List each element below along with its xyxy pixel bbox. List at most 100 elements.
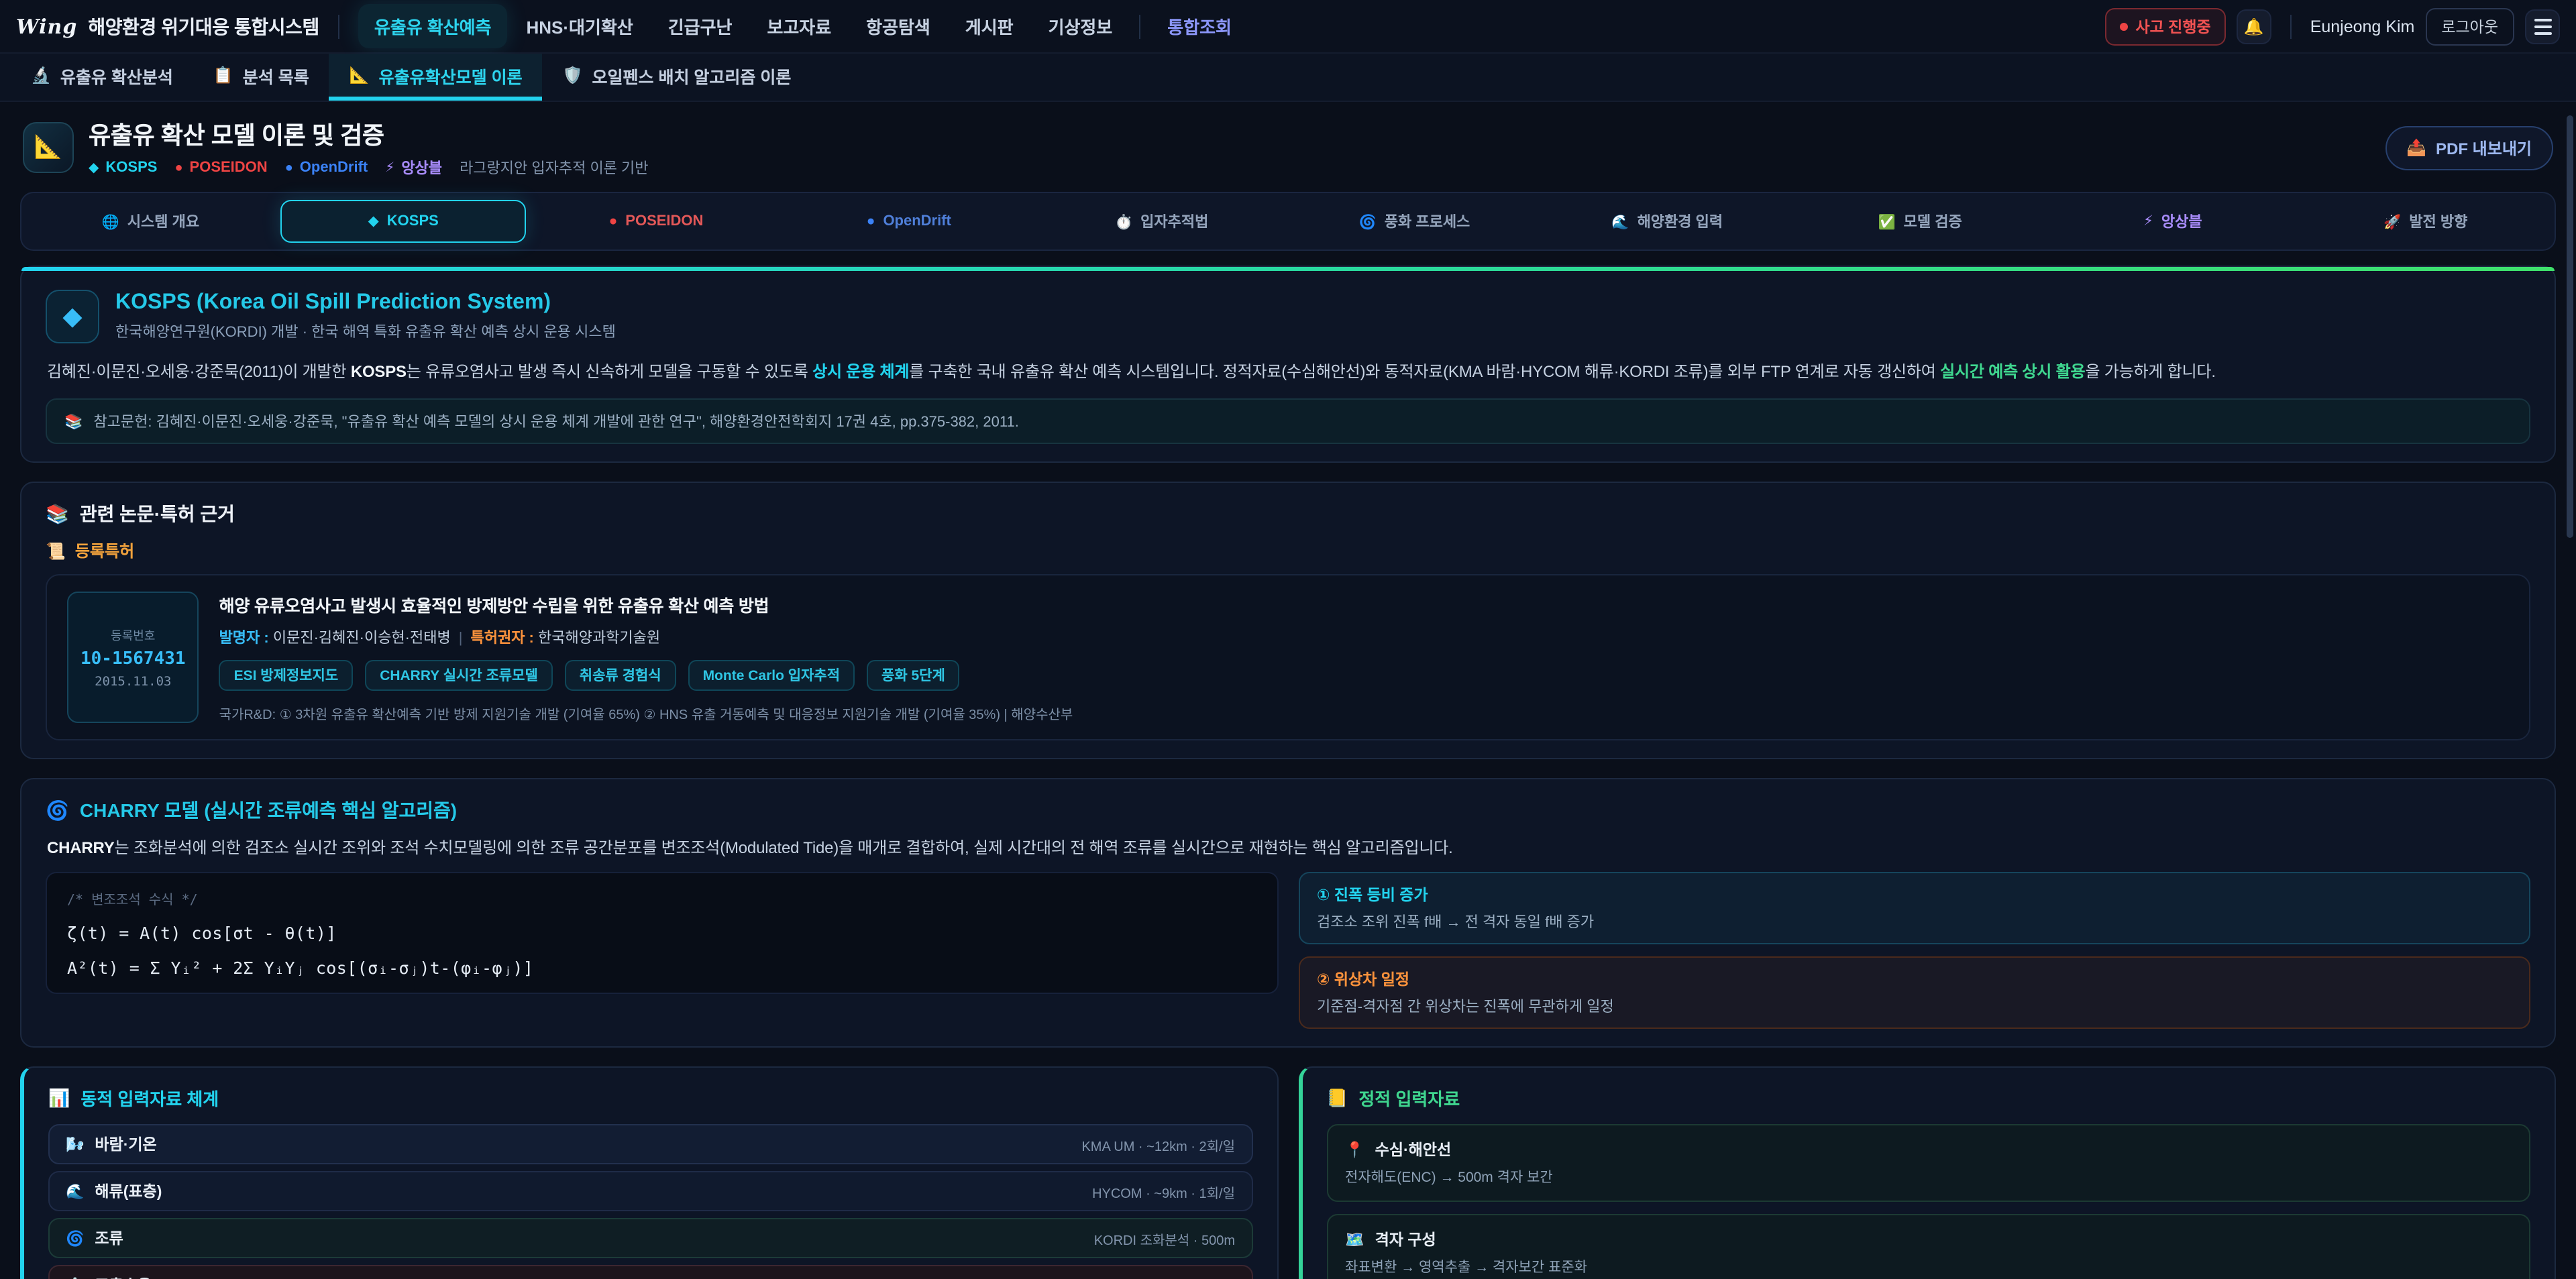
reference-box: 📚 참고문헌: 김혜진·이문진·오세웅·강준묵, "유출유 확산 예측 모델의 … [46, 399, 2530, 445]
model-badges: ◆ KOSPS ● POSEIDON ● OpenDrift ⚡ 앙상블 [89, 157, 649, 178]
registered-patent-badge: 📜 등록특허 [46, 540, 2530, 563]
page-header: 📐 유출유 확산 모델 이론 및 검증 ◆ KOSPS ● POSEIDON ● [23, 117, 2553, 178]
registration-number: 10-1567431 [80, 649, 186, 669]
patent-tag[interactable]: 취송류 경험식 [565, 661, 676, 691]
pdf-export-button[interactable]: 📤 PDF 내보내기 [2385, 125, 2553, 170]
wind-icon: 🌬️ [66, 1136, 84, 1154]
formula-line: ζ(t) = A(t) cos[σt - θ(t)] [67, 924, 1256, 944]
pill-opendrift[interactable]: ● OpenDrift [786, 200, 1031, 243]
patent-tag[interactable]: ESI 방제정보지도 [219, 661, 354, 691]
hamburger-icon [2534, 18, 2551, 34]
charry-note-amplitude: ① 진폭 등비 증가 검조소 조위 진폭 f배 → 전 격자 동일 f배 증가 [1298, 873, 2530, 945]
subtab-analysis-list[interactable]: 📋 분석 목록 [193, 54, 329, 101]
main-menu: 유출유 확산예측 HNS·대기확산 긴급구난 보고자료 항공탐색 게시판 기상정… [358, 4, 1248, 48]
section-tabs: 🌐 시스템 개요 ◆ KOSPS ● POSEIDON ● OpenDrift … [20, 192, 2556, 251]
subtab-label: 분석 목록 [243, 62, 309, 88]
subtab-label: 유출유 확산분석 [60, 62, 173, 88]
hamburger-menu-button[interactable] [2525, 9, 2560, 44]
topnav-right-area: 사고 진행중 🔔 Eunjeong Kim 로그아웃 [2104, 7, 2560, 45]
wave-icon: 🌊 [66, 1183, 84, 1201]
charry-title: 🌀 CHARRY 모델 (실시간 조류예측 핵심 알고리즘) [46, 797, 2530, 824]
stopwatch-icon: ⏱️ [1115, 213, 1132, 230]
nav-item-oil-spill-forecast[interactable]: 유출유 확산예측 [358, 4, 508, 48]
patent-tag[interactable]: 풍화 5단계 [867, 661, 960, 691]
microscope-icon: 🔬 [31, 66, 51, 85]
notifications-button[interactable]: 🔔 [2237, 9, 2271, 44]
nav-item-emergency-rescue[interactable]: 긴급구난 [652, 4, 749, 48]
lightning-icon: ⚡ [385, 160, 394, 175]
nav-item-weather-info[interactable]: 기상정보 [1032, 4, 1129, 48]
nav-divider [2290, 14, 2292, 38]
cyclone-icon: 🌀 [66, 1230, 84, 1247]
national-rnd-note: 국가R&D: ① 3차원 유출유 확산예측 기반 방제 지원기술 개발 (기여율… [219, 704, 1073, 724]
books-icon: 📚 [46, 503, 69, 526]
circle-icon: ● [609, 213, 618, 229]
patent-meta: 발명자 : 이문진·김혜진·이승현·전태병|특허권자 : 한국해양과학기술원 [219, 627, 1073, 649]
dynamic-row-wind[interactable]: 🌬️바람·기온 KMA UM · ~12km · 2회/일 [48, 1125, 1252, 1165]
gradient-top-bar [21, 267, 2555, 271]
pill-validation[interactable]: ✅ 모델 검증 [1798, 200, 2043, 243]
pill-kosps[interactable]: ◆ KOSPS [281, 200, 526, 243]
patent-registration-box: 등록번호 10-1567431 2015.11.03 [67, 592, 199, 724]
nav-item-board[interactable]: 게시판 [949, 4, 1030, 48]
dynamic-input-panel: 📊 동적 입력자료 체계 🌬️바람·기온 KMA UM · ~12km · 2회… [20, 1067, 1278, 1279]
static-input-title: 📒 정적 입력자료 [1326, 1086, 2530, 1111]
registration-number-label: 등록번호 [111, 626, 155, 644]
pin-icon: 📍 [1345, 1141, 1364, 1160]
pill-ocean-input[interactable]: 🌊 해양환경 입력 [1545, 200, 1790, 243]
nav-item-aerial-search[interactable]: 항공탐색 [850, 4, 947, 48]
kosps-subtitle: 한국해양연구원(KORDI) 개발 · 한국 해역 특화 유출유 확산 예측 상… [115, 321, 616, 342]
pill-poseidon[interactable]: ● POSEIDON [534, 200, 779, 243]
kosps-title: KOSPS (Korea Oil Spill Prediction System… [115, 291, 616, 315]
nav-divider [1139, 14, 1140, 38]
export-icon: 📤 [2406, 138, 2426, 157]
badge-opendrift: ● OpenDrift [285, 160, 368, 176]
incident-status-badge[interactable]: 사고 진행중 [2104, 7, 2225, 45]
pill-system-overview[interactable]: 🌐 시스템 개요 [28, 200, 273, 243]
logout-button[interactable]: 로그아웃 [2425, 7, 2514, 45]
subtab-spill-analysis[interactable]: 🔬 유출유 확산분석 [11, 54, 193, 101]
charry-description: CHARRY는 조화분석에 의한 검조소 실시간 조위와 조석 수치모델링에 의… [47, 836, 2529, 859]
shield-icon: 🛡️ [563, 66, 583, 85]
sub-tab-bar: 🔬 유출유 확산분석 📋 분석 목록 📐 유출유확산모델 이론 🛡️ 오일펜스 … [0, 54, 2576, 102]
books-icon: 📚 [64, 413, 83, 431]
page-title: 유출유 확산 모델 이론 및 검증 [89, 117, 649, 152]
nav-divider [338, 14, 339, 38]
static-item-bathymetry[interactable]: 📍수심·해안선 전자해도(ENC) → 500m 격자 보간 [1326, 1125, 2530, 1203]
nav-item-integrated-search[interactable]: 통합조회 [1151, 4, 1248, 48]
nav-item-hns-dispersion[interactable]: HNS·대기확산 [511, 4, 649, 48]
holder-label: 특허권자 : [470, 631, 533, 647]
page-subtitle: 라그랑지안 입자추적 이론 기반 [460, 157, 648, 178]
app-title: 해양환경 위기대응 통합시스템 [88, 13, 319, 40]
check-icon: ✅ [1878, 213, 1895, 230]
subtab-model-theory[interactable]: 📐 유출유확산모델 이론 [329, 54, 543, 101]
patent-tags: ESI 방제정보지도 CHARRY 실시간 조류모델 취송류 경험식 Monte… [219, 661, 1073, 691]
papers-patent-section: 📚 관련 논문·특허 근거 📜 등록특허 등록번호 10-1567431 201… [20, 482, 2556, 760]
patent-card: 등록번호 10-1567431 2015.11.03 해양 유류오염사고 발생시… [46, 575, 2530, 741]
charry-section: 🌀 CHARRY 모델 (실시간 조류예측 핵심 알고리즘) CHARRY는 조… [20, 779, 2556, 1048]
scrollbar[interactable] [2567, 115, 2573, 538]
dynamic-row-current[interactable]: 🌊해류(표층) HYCOM · ~9km · 1회/일 [48, 1172, 1252, 1212]
top-navigation-bar: Wing 해양환경 위기대응 통합시스템 유출유 확산예측 HNS·대기확산 긴… [0, 0, 2576, 54]
map-icon: 🗺️ [1345, 1231, 1364, 1249]
triangle-ruler-icon: 📐 [34, 134, 62, 161]
diamond-icon: ◆ [368, 213, 379, 229]
dynamic-row-tide[interactable]: 🌀조류 KORDI 조화분석 · 500m [48, 1219, 1252, 1259]
nav-item-reports[interactable]: 보고자료 [751, 4, 847, 48]
patent-tag[interactable]: CHARRY 실시간 조류모델 [365, 661, 553, 691]
pill-weathering[interactable]: 🌀 풍화 프로세스 [1292, 200, 1537, 243]
bell-icon: 🔔 [2244, 17, 2264, 36]
static-item-grid[interactable]: 🗺️격자 구성 좌표변환 → 영역추출 → 격자보간 표준화 [1326, 1215, 2530, 1279]
dynamic-input-title: 📊 동적 입력자료 체계 [48, 1086, 1252, 1111]
pill-ensemble[interactable]: ⚡ 앙상블 [2051, 200, 2296, 243]
badge-ensemble: ⚡ 앙상블 [385, 157, 442, 178]
dynamic-row-sst[interactable]: 🌡️표층수온(SST) NOAA AVHRR · ~5.4km [48, 1266, 1252, 1279]
subtab-oilfence-theory[interactable]: 🛡️ 오일펜스 배치 알고리즘 이론 [543, 54, 812, 101]
formula-line: A²(t) = Σ Yᵢ² + 2Σ YᵢYⱼ cos[(σᵢ-σⱼ)t-(φᵢ… [67, 958, 1256, 979]
kosps-section: ◆ KOSPS (Korea Oil Spill Prediction Syst… [20, 266, 2556, 463]
pill-roadmap[interactable]: 🚀 발전 방향 [2303, 200, 2548, 243]
ledger-icon: 📒 [1326, 1088, 1348, 1109]
patent-tag[interactable]: Monte Carlo 입자추적 [688, 661, 855, 691]
charry-note-phase: ② 위상차 일정 기준점-격자점 간 위상차는 진폭에 무관하게 일정 [1298, 957, 2530, 1030]
pill-particle-tracking[interactable]: ⏱️ 입자추적법 [1039, 200, 1284, 243]
